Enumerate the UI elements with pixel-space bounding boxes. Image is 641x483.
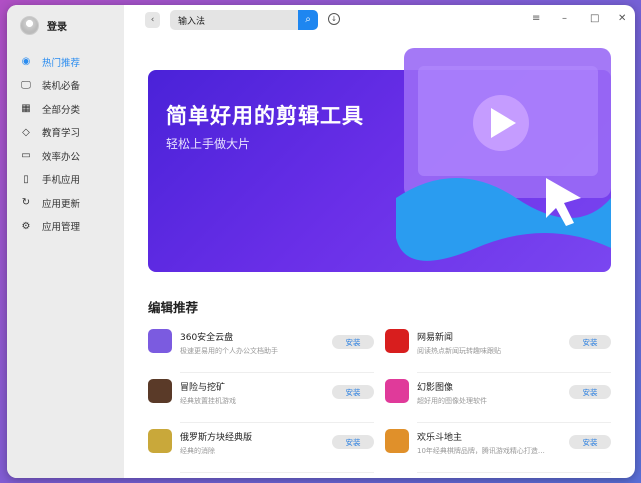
search-box: ⌕ [170,10,318,30]
search-button[interactable]: ⌕ [298,10,318,30]
divider [417,472,611,473]
install-button[interactable]: 安装 [332,435,374,449]
app-description: 经典的消除 [180,447,215,455]
app-name: 俄罗斯方块经典版 [180,433,253,443]
phone-icon: ▯ [23,173,29,185]
app-item[interactable]: 欢乐斗地主 10年经典棋牌品牌，腾讯游戏精心打造… 安装 [385,425,611,475]
app-name: 360安全云盘 [180,333,234,343]
sidebar-item-hot[interactable]: ◉ 热门推荐 [20,50,80,74]
app-icon [385,379,409,403]
download-button[interactable]: ↓ [328,13,340,25]
video-editor-illustration [396,48,611,261]
install-button[interactable]: 安装 [332,335,374,349]
install-button[interactable]: 安装 [569,385,611,399]
app-name: 欢乐斗地主 [417,433,463,443]
app-icon [385,429,409,453]
avatar [20,16,39,35]
main-content: ‹ ⌕ ↓ ≡ – □ ✕ 简单好用的剪辑工具 轻松上手做大片 编辑推荐 360… [124,5,635,478]
sidebar-item-label: 教育学习 [42,128,81,140]
divider [180,422,374,423]
search-input[interactable] [170,10,298,30]
sidebar-item-label: 全部分类 [42,104,81,116]
app-name: 冒险与挖矿 [180,383,226,393]
app-item[interactable]: 俄罗斯方块经典版 经典的消除 安装 [148,425,374,475]
section-title: 编辑推荐 [148,300,199,315]
app-icon [148,379,172,403]
divider [180,372,374,373]
back-button[interactable]: ‹ [145,12,160,28]
install-button[interactable]: 安装 [332,385,374,399]
app-icon [385,329,409,353]
sidebar-item-manage[interactable]: ⚙ 应用管理 [20,215,81,239]
install-button[interactable]: 安装 [569,335,611,349]
sidebar-item-label: 应用管理 [42,222,81,234]
sidebar-item-essentials[interactable]: 🖵 装机必备 [20,74,80,98]
app-window: 登录 ◉ 热门推荐 🖵 装机必备 ▦ 全部分类 ◇ 教育学习 ▭ 效率办公 ▯ 手机应用 ↻… [7,5,635,478]
divider [417,372,611,373]
login-label: 登录 [47,22,67,33]
banner-title: 简单好用的剪辑工具 [166,104,364,128]
menu-button[interactable]: ≡ [532,13,540,24]
sidebar-item-label: 热门推荐 [42,57,81,69]
sidebar-item-label: 效率办公 [42,151,81,163]
grid-icon: ▦ [21,103,31,115]
app-item[interactable]: 幻影图像 超好用的图像处理软件 安装 [385,375,611,425]
gear-icon: ⚙ [21,220,31,232]
sidebar: 登录 ◉ 热门推荐 🖵 装机必备 ▦ 全部分类 ◇ 教育学习 ▭ 效率办公 ▯ 手机应用 ↻… [7,5,124,478]
divider [180,472,374,473]
app-name: 网易新闻 [417,333,454,343]
sidebar-item-categories[interactable]: ▦ 全部分类 [20,97,80,121]
refresh-icon: ↻ [21,197,31,209]
app-description: 超好用的图像处理软件 [417,397,487,405]
app-description: 经典放置挂机游戏 [180,397,236,405]
sidebar-item-label: 手机应用 [42,175,81,187]
login-button[interactable]: 登录 [20,16,67,35]
divider [417,422,611,423]
sidebar-item-updates[interactable]: ↻ 应用更新 [20,191,80,215]
close-button[interactable]: ✕ [618,13,626,24]
maximize-button[interactable]: □ [590,13,599,24]
search-icon: ⌕ [305,14,311,25]
app-list: 360安全云盘 极速更易用的个人办公文档助手 安装 网易新闻 阅读热点新闻玩转趣… [148,325,611,475]
briefcase-icon: ▭ [21,150,31,162]
sidebar-item-office[interactable]: ▭ 效率办公 [20,144,80,168]
app-icon [148,429,172,453]
sidebar-item-label: 应用更新 [42,198,81,210]
app-item[interactable]: 网易新闻 阅读热点新闻玩转趣味跟贴 安装 [385,325,611,375]
app-item[interactable]: 360安全云盘 极速更易用的个人办公文档助手 安装 [148,325,374,375]
fire-icon: ◉ [21,56,31,68]
app-description: 极速更易用的个人办公文档助手 [180,347,278,355]
graduation-cap-icon: ◇ [22,126,30,138]
app-name: 幻影图像 [417,383,454,393]
minimize-button[interactable]: – [562,13,567,24]
app-description: 10年经典棋牌品牌，腾讯游戏精心打造… [417,447,545,455]
sidebar-item-mobile[interactable]: ▯ 手机应用 [20,168,80,192]
download-icon: ↓ [331,15,337,23]
app-item[interactable]: 冒险与挖矿 经典放置挂机游戏 安装 [148,375,374,425]
app-icon [148,329,172,353]
install-button[interactable]: 安装 [569,435,611,449]
sidebar-item-label: 装机必备 [42,81,81,93]
app-description: 阅读热点新闻玩转趣味跟贴 [417,347,501,355]
banner-subtitle: 轻松上手做大片 [166,137,251,151]
monitor-icon: 🖵 [21,79,31,91]
sidebar-item-education[interactable]: ◇ 教育学习 [20,121,80,145]
